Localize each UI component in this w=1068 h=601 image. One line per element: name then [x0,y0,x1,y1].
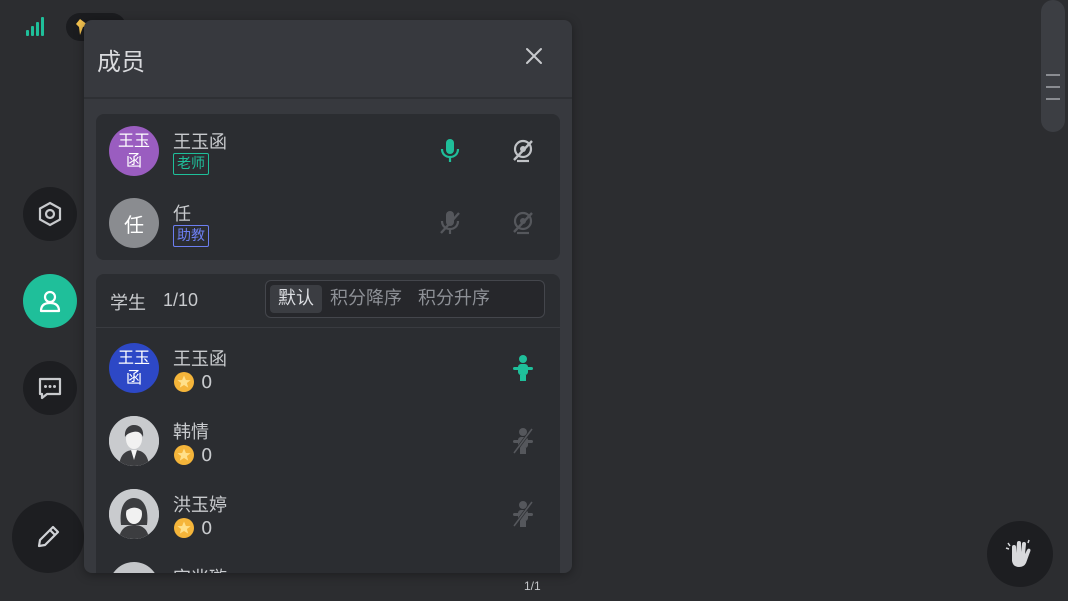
sort-score-desc[interactable]: 积分降序 [322,285,410,313]
score: 0 [173,444,212,466]
score: 0 [173,517,212,539]
star-icon [174,372,194,392]
close-button[interactable] [522,44,546,68]
role-badge: 老师 [173,153,209,175]
avatar-female-icon [109,489,159,539]
camera-button[interactable] [509,209,537,237]
chat-icon [38,377,62,400]
students-header: 学生 1/10 默认 积分降序 积分升序 [96,274,560,328]
sort-score-asc[interactable]: 积分升序 [410,285,498,313]
students-card: 学生 1/10 默认 积分降序 积分升序 王玉函 王玉函 0 韩情 0 洪玉婷 … [96,274,560,573]
signal-icon [26,16,48,36]
stage-icon [513,355,533,381]
member-name: 王玉函 [173,349,227,370]
close-icon [526,48,542,64]
settings-icon [38,201,62,227]
stage-button[interactable] [509,354,537,382]
avatar [109,416,159,466]
microphone-button[interactable] [436,209,464,237]
avatar: 王玉函 [109,126,159,176]
pen-button[interactable] [12,501,84,573]
student-row: 韩情 0 [96,406,560,476]
stage-off-icon [512,501,534,527]
raise-hand-button[interactable] [987,521,1053,587]
teacher-row: 任 任 助教 [96,188,560,258]
side-scroll-handle[interactable] [1041,0,1065,132]
student-row: 宋兆璇 [96,552,560,573]
grip-line [1046,86,1060,88]
stage-button[interactable] [509,500,537,528]
member-name: 任 [173,204,191,225]
avatar [109,489,159,539]
microphone-off-icon [440,211,460,234]
star-icon [174,518,194,538]
avatar [109,562,159,573]
grip-line [1046,74,1060,76]
teachers-card: 王玉函 王玉函 老师 任 任 助教 [96,114,560,260]
role-badge: 助教 [173,225,209,247]
camera-off-icon [513,139,533,163]
member-name: 洪玉婷 [173,495,227,516]
chat-button[interactable] [23,361,77,415]
member-name: 王玉函 [173,132,227,153]
grip-line [1046,98,1060,100]
avatar: 任 [109,198,159,248]
star-icon [174,445,194,465]
sort-default[interactable]: 默认 [270,285,322,313]
students-label: 学生 [110,293,146,314]
members-button[interactable] [23,274,77,328]
pen-icon [37,525,60,548]
settings-button[interactable] [23,187,77,241]
avatar: 王玉函 [109,343,159,393]
member-name: 韩情 [173,422,209,443]
score-value: 0 [201,371,213,393]
teacher-row: 王玉函 王玉函 老师 [96,116,560,186]
raise-hand-icon [1005,539,1031,567]
microphone-button[interactable] [436,137,464,165]
student-row: 王玉函 王玉函 0 [96,333,560,403]
score-value: 0 [201,444,213,466]
microphone-icon [440,139,460,162]
stage-button[interactable] [509,427,537,455]
sort-toggle: 默认 积分降序 积分升序 [265,280,545,318]
page-indicator: 1/1 [524,579,541,593]
member-name: 宋兆璇 [173,564,227,573]
score-value: 0 [201,517,213,539]
students-count: 1/10 [163,290,199,310]
members-icon [39,290,61,313]
panel-header: 成员 [84,20,572,99]
members-panel: 成员 王玉函 王玉函 老师 任 任 助教 学生 1/10 默认 积分降序 积分升… [84,20,572,573]
avatar-male-icon [109,416,159,466]
student-row: 洪玉婷 0 [96,479,560,549]
stage-off-icon [512,428,534,454]
camera-button[interactable] [509,137,537,165]
panel-title: 成员 [97,48,145,76]
score: 0 [173,371,212,393]
camera-off-icon [513,211,533,235]
